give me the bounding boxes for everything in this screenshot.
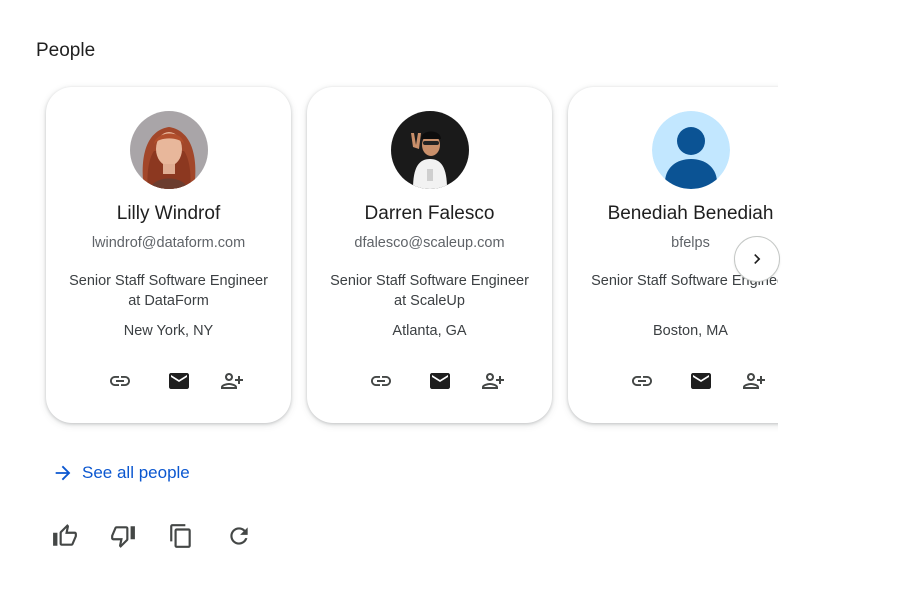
add-person-icon[interactable] [742,369,766,393]
people-carousel: Lilly Windrof lwindrof@dataform.com Seni… [30,72,778,444]
person-title: Senior Staff Software Engineer at ScaleU… [330,273,529,309]
chevron-right-icon [754,254,761,264]
person-name: Benediah Benediah [607,203,774,224]
add-person-icon[interactable] [220,369,244,393]
avatar [130,111,208,189]
mail-icon[interactable] [689,369,713,393]
mail-icon[interactable] [167,369,191,393]
add-person-icon[interactable] [481,369,505,393]
card-actions [307,369,552,393]
link-icon[interactable] [369,369,393,393]
person-card[interactable]: Darren Falesco dfalesco@scaleup.com Seni… [307,87,552,423]
card-actions [46,369,291,393]
link-icon[interactable] [630,369,654,393]
see-all-people-link[interactable]: See all people [52,460,190,486]
default-person-icon [652,111,730,189]
person-email: lwindrof@dataform.com [91,235,246,251]
section-title: People [36,40,96,61]
person-name: Darren Falesco [364,203,495,224]
avatar [391,111,469,189]
thumbs-down-icon[interactable] [110,523,136,549]
person-location: Atlanta, GA [392,323,467,339]
carousel-next-button[interactable] [734,236,780,282]
mail-icon[interactable] [428,369,452,393]
thumbs-up-icon[interactable] [52,523,78,549]
person-name: Lilly Windrof [116,203,221,224]
arrow-right-icon [55,465,71,481]
person-location: Boston, MA [653,323,728,339]
refresh-icon[interactable] [226,523,252,549]
person-email: dfalesco@scaleup.com [354,235,505,251]
person-title: Senior Staff Software Engineer at DataFo… [69,273,268,309]
link-icon[interactable] [108,369,132,393]
person-card[interactable]: Lilly Windrof lwindrof@dataform.com Seni… [46,87,291,423]
copy-icon[interactable] [168,523,194,549]
card-actions [568,369,778,393]
see-all-label: See all people [82,463,190,482]
person-location: New York, NY [123,323,214,339]
